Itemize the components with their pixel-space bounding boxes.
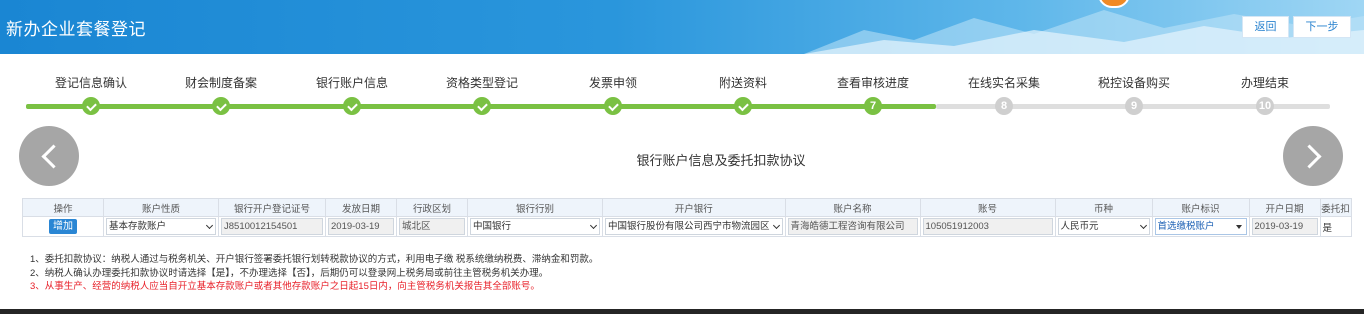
step-label: 查看审核进度 (836, 76, 909, 90)
step-7: 查看审核进度 (808, 76, 938, 94)
step-label: 在线实名采集 (967, 76, 1040, 90)
step-number-badge: 10 (1256, 97, 1274, 115)
section-title: 银行账户信息及委托扣款协议 (636, 153, 806, 168)
account-type-select[interactable]: 基本存款账户 (106, 218, 216, 235)
column-header: 发放日期 (325, 198, 397, 217)
column-header: 币种 (1054, 198, 1153, 217)
account-flag-cell: 首选缴税账户 (1151, 216, 1250, 237)
column-header: 行政区划 (396, 198, 468, 217)
column-header: 银行开户登记证号 (218, 198, 326, 217)
step-check-icon (734, 97, 752, 115)
column-header: 开户银行 (602, 198, 786, 217)
step-5: 发票申领 (548, 76, 678, 94)
open-date-cell: 2019-03-19 (1248, 216, 1321, 237)
account-no-cell: 105051912003 (919, 216, 1056, 237)
account-name-cell: 青海皓德工程咨询有限公司 (784, 216, 921, 237)
column-header: 银行行别 (467, 198, 603, 217)
account-name-field: 青海皓德工程咨询有限公司 (787, 218, 918, 235)
step-label: 银行账户信息 (315, 76, 388, 90)
bottom-band (0, 309, 1364, 314)
page-title: 新办企业套餐登记 (6, 20, 146, 39)
step-check-icon (343, 97, 361, 115)
column-header: 账户名称 (784, 198, 921, 217)
issue-date-cell: 2019-03-19 (325, 216, 397, 237)
step-number-badge: 7 (864, 97, 882, 115)
step-check-icon (604, 97, 622, 115)
step-label: 财会制度备案 (184, 76, 257, 90)
step-label: 发票申领 (588, 76, 637, 90)
note-item: 2、纳税人确认办理委托扣款协议时请选择【是】，不办理选择【否】，后期仍可以登录网… (30, 267, 549, 279)
bank-category-select[interactable]: 中国银行 (470, 218, 600, 235)
step-10: 办理结束 (1200, 76, 1330, 94)
step-1: 登记信息确认 (26, 76, 156, 94)
account-no-field: 105051912003 (922, 218, 1053, 235)
account-type-cell: 基本存款账户 (103, 216, 219, 237)
step-8: 在线实名采集 (939, 76, 1069, 94)
table-row: 增加 基本存款账户 J8510012154501 2019-03-19 城北区 … (22, 216, 1352, 237)
reg-no-cell: J8510012154501 (218, 216, 326, 237)
action-cell: 增加 (22, 216, 104, 237)
next-button[interactable]: 下一步 (1293, 16, 1351, 38)
notes-section: 1、委托扣款协议：纳税人通过与税务机关、开户银行签署委托银行划转税款协议的方式，… (30, 253, 598, 294)
step-label: 资格类型登记 (445, 76, 518, 90)
step-6: 附送资料 (678, 76, 808, 94)
step-label: 附送资料 (718, 76, 767, 90)
account-flag-select[interactable]: 首选缴税账户 (1154, 218, 1247, 235)
step-3: 银行账户信息 (287, 76, 417, 94)
bank-branch-select[interactable]: 中国银行股份有限公司西宁市物流园区 (605, 218, 783, 235)
bank-account-table: 操作 账户性质 银行开户登记证号 发放日期 行政区划 银行行别 开户银行 账户名… (22, 198, 1352, 237)
step-check-icon (82, 97, 100, 115)
step-9: 税控设备购买 (1069, 76, 1199, 94)
column-header: 操作 (22, 198, 104, 217)
step-check-icon (212, 97, 230, 115)
district-cell: 城北区 (396, 216, 468, 237)
step-number-badge: 8 (995, 97, 1013, 115)
note-item-warning: 3、从事生产、经营的纳税人应当自开立基本存款账户或者其他存款账户之日起15日内，… (30, 281, 540, 292)
column-header: 开户日期 (1248, 198, 1321, 217)
progress-steps: 登记信息确认 财会制度备案 银行账户信息 资格类型登记 发票申领 附送资料 查看… (26, 76, 1330, 116)
issue-date-field: 2019-03-19 (328, 218, 394, 235)
step-label: 登记信息确认 (54, 76, 127, 90)
step-check-icon (473, 97, 491, 115)
currency-cell: 人民币元 (1054, 216, 1153, 237)
step-label: 办理结束 (1240, 76, 1289, 90)
column-header: 账号 (919, 198, 1056, 217)
page-header: 新办企业套餐登记 返回 下一步 (0, 0, 1364, 54)
back-button[interactable]: 返回 (1242, 16, 1289, 38)
step-4: 资格类型登记 (417, 76, 547, 94)
district-field: 城北区 (399, 218, 465, 235)
reg-no-field: J8510012154501 (221, 218, 323, 235)
bank-category-cell: 中国银行 (467, 216, 603, 237)
table-header-row: 操作 账户性质 银行开户登记证号 发放日期 行政区划 银行行别 开户银行 账户名… (22, 198, 1352, 217)
add-button[interactable]: 增加 (49, 219, 77, 234)
step-number-badge: 9 (1125, 97, 1143, 115)
open-date-field: 2019-03-19 (1251, 218, 1318, 235)
column-header: 委托扣 (1319, 198, 1352, 217)
step-2: 财会制度备案 (156, 76, 286, 94)
entrust-cell[interactable]: 是 (1319, 216, 1352, 237)
currency-select[interactable]: 人民币元 (1057, 218, 1150, 235)
note-item: 1、委托扣款协议：纳税人通过与税务机关、开户银行签署委托银行划转税款协议的方式，… (30, 254, 599, 265)
column-header: 账户标识 (1151, 198, 1250, 217)
bank-branch-cell: 中国银行股份有限公司西宁市物流园区 (602, 216, 786, 237)
column-header: 账户性质 (103, 198, 219, 217)
step-label: 税控设备购买 (1097, 76, 1170, 90)
